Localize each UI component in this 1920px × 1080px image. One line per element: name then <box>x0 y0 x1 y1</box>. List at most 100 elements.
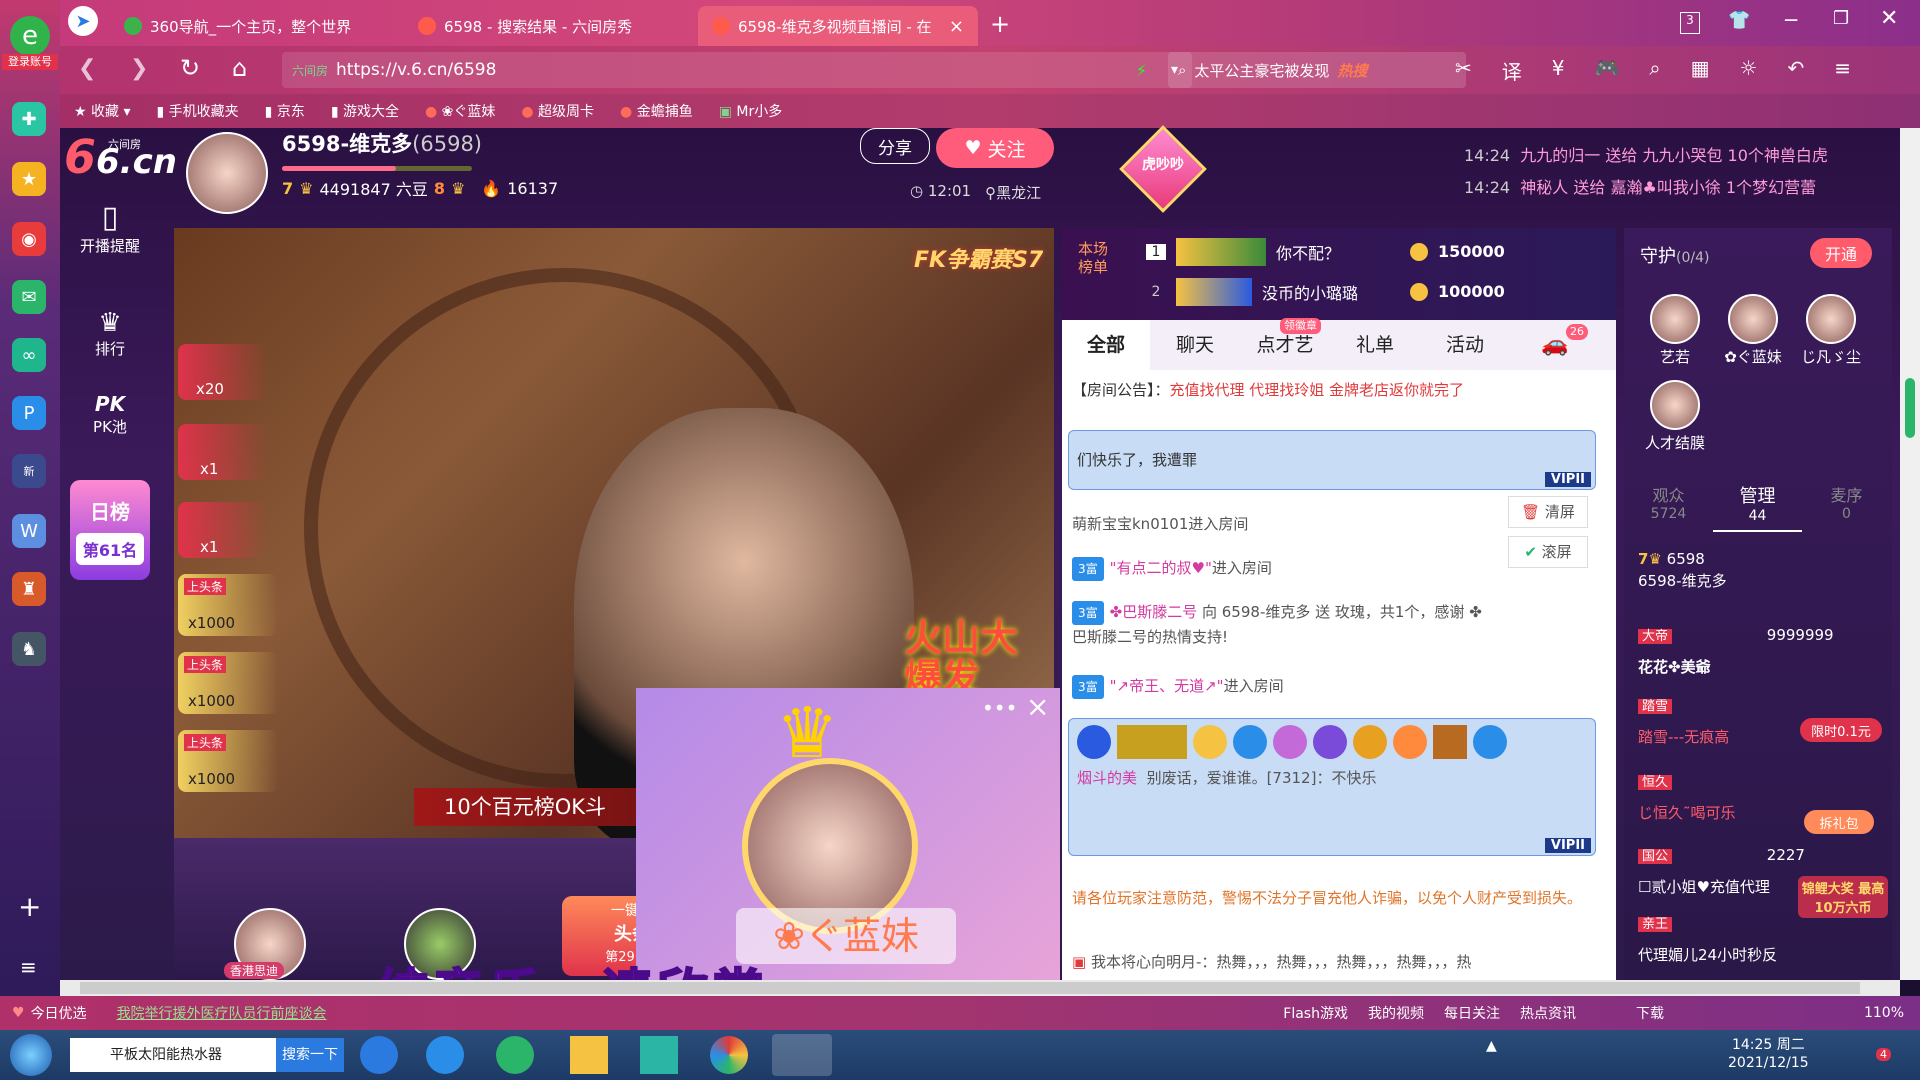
clear-screen-button[interactable]: 🗑 清屏 <box>1508 496 1588 528</box>
tank-icon[interactable]: ♞ <box>12 632 46 666</box>
k-app-icon[interactable] <box>360 1036 398 1074</box>
tray-arrow[interactable]: ▲ <box>1486 1038 1497 1054</box>
shirt-icon[interactable]: 👕 <box>1728 10 1750 31</box>
back-button[interactable]: ❮ <box>78 56 96 81</box>
guard-popup[interactable]: ♛ ❀ぐ蓝妹 ••• × <box>636 688 1060 988</box>
status-item[interactable]: 热点资讯 <box>1520 1003 1576 1023</box>
restore-button[interactable]: ❐ <box>1833 8 1849 29</box>
doc-icon[interactable]: W <box>12 514 46 548</box>
bookmark-item[interactable]: ● ❀ぐ蓝妹 <box>425 101 495 121</box>
ie-icon[interactable] <box>426 1036 464 1074</box>
rank-row[interactable]: 2 没币的小璐璐 <box>1146 278 1358 306</box>
bookmark-item[interactable]: ▮ 手机收藏夹 <box>157 101 239 121</box>
news-icon[interactable]: 新 <box>12 454 46 488</box>
tab-all[interactable]: 全部 <box>1062 320 1150 370</box>
tab-talent[interactable]: 点才艺 领徽章 <box>1240 318 1330 370</box>
promo-badge[interactable]: 拆礼包 <box>1804 810 1874 834</box>
bookmark-item[interactable]: ● 金蟾捕鱼 <box>620 101 693 121</box>
tab-live[interactable]: 6598-维克多视频直播间 - 在 × <box>698 6 978 46</box>
live-app-icon[interactable] <box>772 1034 832 1076</box>
plus-app-icon[interactable]: ✚ <box>12 102 46 136</box>
tab-chat[interactable]: 聊天 <box>1150 320 1240 370</box>
url-bar[interactable]: 六间房 https://v.6.cn/6598 ⚡ ▾ <box>282 52 1192 88</box>
user-list-item[interactable]: 踏雪 踏雪---无痕高 <box>1638 690 1729 752</box>
sidebar-menu-icon[interactable]: ≡ <box>20 955 37 979</box>
close-tab-icon[interactable]: × <box>949 16 964 37</box>
guard-avatar[interactable] <box>1650 380 1700 430</box>
status-item[interactable]: 我的视频 <box>1368 1003 1424 1023</box>
gamepad-icon[interactable]: 🎮 <box>1595 56 1620 85</box>
magnify-icon[interactable]: ⌕ <box>1649 56 1660 85</box>
chat-app-icon[interactable]: ∞ <box>12 338 46 372</box>
mail-icon[interactable]: ✉ <box>12 280 46 314</box>
undo-icon[interactable]: ↶ <box>1787 56 1804 85</box>
guard-avatar[interactable] <box>1806 294 1856 344</box>
promo-badge[interactable]: 锦鲤大奖 最高10万六币 <box>1798 876 1888 918</box>
tab-car[interactable]: 🚗 26 <box>1510 320 1600 370</box>
horizontal-scrollbar[interactable] <box>60 980 1900 996</box>
forward-button[interactable]: ❯ <box>130 56 148 81</box>
anchor-avatar[interactable] <box>186 132 268 214</box>
scroll-screen-button[interactable]: ✔ 滚屏 <box>1508 536 1588 568</box>
nav-pk[interactable]: PK PK池 <box>64 392 156 462</box>
guard-avatar[interactable] <box>1728 294 1778 344</box>
user-list-item[interactable]: 亲王 代理媚儿24小时秒反 <box>1638 908 1777 970</box>
login-button[interactable]: 登录账号 <box>2 54 58 70</box>
zoom-level[interactable]: 110% <box>1864 1005 1904 1021</box>
promo-badge[interactable]: 限时0.1元 <box>1800 718 1882 742</box>
taskbar-search-button[interactable]: 搜索一下 <box>276 1038 344 1072</box>
new-tab-button[interactable]: + <box>990 10 1010 38</box>
game-icon[interactable]: ♜ <box>12 572 46 606</box>
status-item[interactable]: 每日关注 <box>1444 1003 1500 1023</box>
add-sidebar-button[interactable]: + <box>18 890 41 923</box>
day-rank-card[interactable]: 日榜 第61名 <box>70 480 150 580</box>
user-list-item[interactable]: 大帝 9999999 花花✤美爺 <box>1638 620 1834 682</box>
bookmark-item[interactable]: ★ 收藏 ▾ <box>74 101 131 121</box>
translate-icon[interactable]: 译 <box>1502 56 1522 85</box>
share-button[interactable]: 分享 <box>860 128 930 164</box>
bookmark-item[interactable]: ● 超级周卡 <box>521 101 594 121</box>
close-window-button[interactable]: ✕ <box>1880 6 1898 31</box>
menu-icon[interactable]: ≡ <box>1834 56 1851 85</box>
tab-activity[interactable]: 活动 <box>1420 320 1510 370</box>
popup-menu[interactable]: ••• <box>982 696 1017 720</box>
status-item[interactable]: 下载 <box>1636 1003 1664 1023</box>
tab-count[interactable]: 3 <box>1680 12 1700 34</box>
rank-row[interactable]: 1 你不配？ <box>1146 238 1340 266</box>
start-button[interactable] <box>10 1034 52 1076</box>
tab-search[interactable]: 6598 - 搜索结果 - 六间房秀 <box>404 6 694 46</box>
search-text[interactable]: 太平公主豪宅被发现 <box>1194 60 1329 81</box>
taskbar-search[interactable]: 平板太阳能热水器 <box>70 1038 276 1072</box>
nav-live-reminder[interactable]: ▯ 开播提醒 <box>64 200 156 290</box>
user-list-item[interactable]: 国公 2227 ☐贰小姐♥充值代理 <box>1638 840 1805 902</box>
scissors-icon[interactable]: ✂ <box>1455 56 1472 85</box>
tab-mic-queue[interactable]: 麦序 0 <box>1802 482 1891 532</box>
bookmark-item[interactable]: ▮ 京东 <box>265 101 305 121</box>
notification-badge[interactable]: 4 <box>1876 1048 1891 1061</box>
site-logo[interactable]: 66.cn 六间房 <box>64 134 177 184</box>
chrome-icon[interactable] <box>710 1036 748 1074</box>
send-icon[interactable]: ➤ <box>68 6 98 36</box>
tab-gift-list[interactable]: 礼单 <box>1330 320 1420 370</box>
nav-ranking[interactable]: ♛ 排行 <box>64 308 156 378</box>
user-list-item[interactable]: 恒久 じ恒久˜喝可乐 <box>1638 766 1736 828</box>
news-link[interactable]: 我院举行援外医疗队员行前座谈会 <box>117 1003 327 1023</box>
bookmark-item[interactable]: ▮ 游戏大全 <box>331 101 399 121</box>
guard-avatar[interactable] <box>1650 294 1700 344</box>
tab-360[interactable]: 360导航_一个主页，整个世界 <box>110 6 400 46</box>
lightning-icon[interactable]: ⚡ <box>1136 61 1147 80</box>
folder-icon[interactable] <box>570 1036 608 1074</box>
tab-audience[interactable]: 观众 5724 <box>1624 482 1713 532</box>
video-app-icon[interactable] <box>640 1036 678 1074</box>
bookmark-item[interactable]: ▣ Mr小多 <box>719 101 783 121</box>
p-app-icon[interactable]: P <box>12 396 46 430</box>
minimize-button[interactable]: ─ <box>1785 8 1797 32</box>
refresh-button[interactable]: ↻ <box>180 54 200 82</box>
popup-close[interactable]: × <box>1026 690 1049 723</box>
url-text[interactable]: https://v.6.cn/6598 <box>336 60 496 80</box>
coin-icon[interactable]: ¥ <box>1552 56 1565 85</box>
grid-icon[interactable]: ▦ <box>1691 56 1710 85</box>
browser-app-icon[interactable] <box>496 1036 534 1074</box>
weibo-icon[interactable]: ◉ <box>12 222 46 256</box>
home-button[interactable]: ⌂ <box>232 54 247 82</box>
